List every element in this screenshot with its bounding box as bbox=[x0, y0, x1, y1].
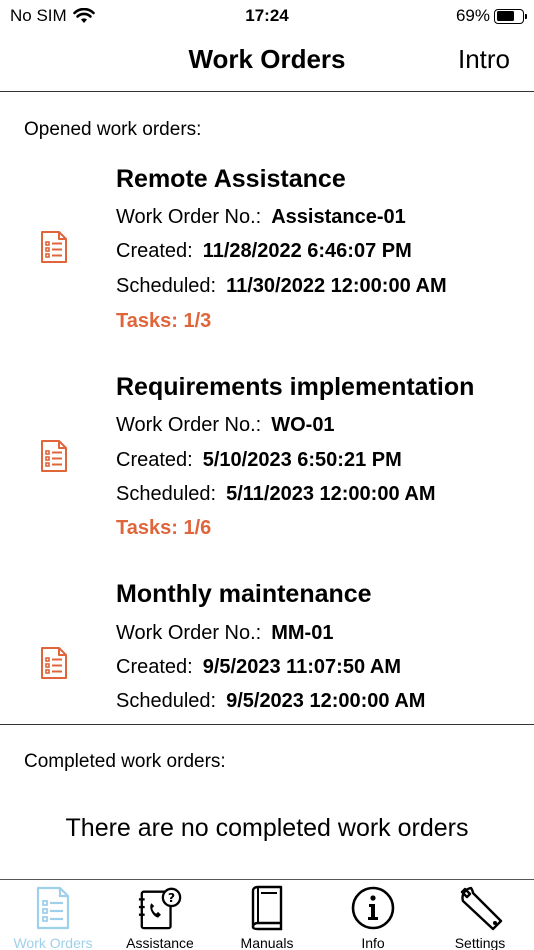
work-order-number: WO-01 bbox=[271, 414, 335, 436]
work-order-number: MM-01 bbox=[271, 622, 334, 644]
nav-bar: Work Orders Intro bbox=[0, 30, 534, 92]
tab-label: Settings bbox=[454, 935, 506, 950]
work-order-number: Assistance-01 bbox=[271, 206, 406, 228]
tab-label: Manuals bbox=[240, 935, 294, 950]
work-order-document-icon bbox=[41, 440, 67, 472]
battery-fill bbox=[496, 11, 514, 21]
work-order-created-row: Created: 11/28/2022 6:46:07 PM bbox=[116, 240, 412, 263]
wrench-icon bbox=[457, 885, 503, 931]
status-bar: No SIM 17:24 69% bbox=[0, 0, 534, 30]
work-order-number-row: Work Order No.: Assistance-01 bbox=[116, 206, 406, 229]
created-value: 5/10/2023 6:50:21 PM bbox=[202, 449, 402, 471]
tab-work-orders[interactable]: Work Orders bbox=[0, 880, 106, 950]
battery-icon bbox=[494, 8, 527, 24]
work-order-number-label: Work Order No.: bbox=[116, 414, 262, 436]
tab-label: Info bbox=[361, 935, 385, 950]
created-label: Created: bbox=[116, 240, 193, 262]
work-order-number-row: Work Order No.: WO-01 bbox=[116, 414, 335, 437]
tab-label: Assistance bbox=[126, 935, 194, 950]
scheduled-label: Scheduled: bbox=[116, 483, 217, 505]
created-value: 11/28/2022 6:46:07 PM bbox=[202, 240, 412, 262]
work-order-title: Monthly maintenance bbox=[116, 580, 372, 608]
completed-section-label: Completed work orders: bbox=[24, 751, 226, 772]
work-order-title: Requirements implementation bbox=[116, 373, 475, 401]
scheduled-value: 9/5/2023 12:00:00 AM bbox=[226, 690, 426, 712]
scheduled-value: 11/30/2022 12:00:00 AM bbox=[226, 275, 447, 297]
work-order-title: Remote Assistance bbox=[116, 165, 346, 193]
intro-button[interactable]: Intro bbox=[458, 44, 510, 75]
book-icon bbox=[244, 885, 290, 931]
work-order-tasks: Tasks: 1/6 bbox=[116, 517, 212, 539]
document-icon bbox=[30, 885, 76, 931]
battery-status: 69% bbox=[455, 6, 527, 26]
work-order-number-label: Work Order No.: bbox=[116, 206, 262, 228]
work-order-scheduled-row: Scheduled: 5/11/2023 12:00:00 AM bbox=[116, 483, 435, 506]
status-time: 17:24 bbox=[245, 6, 289, 25]
scheduled-label: Scheduled: bbox=[116, 275, 217, 297]
page-title: Work Orders bbox=[188, 44, 346, 74]
created-label: Created: bbox=[116, 449, 193, 471]
tab-bar: Work Orders ? Assistance Manuals Info Se… bbox=[0, 879, 534, 950]
work-order-created-row: Created: 9/5/2023 11:07:50 AM bbox=[116, 656, 401, 679]
scheduled-label: Scheduled: bbox=[116, 690, 217, 712]
section-divider bbox=[0, 724, 534, 725]
completed-empty-message: There are no completed work orders bbox=[65, 814, 469, 842]
work-order-document-icon bbox=[41, 231, 67, 263]
work-order-number-row: Work Order No.: MM-01 bbox=[116, 622, 333, 645]
work-order-created-row: Created: 5/10/2023 6:50:21 PM bbox=[116, 449, 402, 472]
created-value: 9/5/2023 11:07:50 AM bbox=[202, 656, 401, 678]
tab-info[interactable]: Info bbox=[320, 880, 426, 950]
tab-assistance[interactable]: ? Assistance bbox=[106, 880, 214, 950]
svg-text:?: ? bbox=[168, 890, 175, 905]
scheduled-value: 5/11/2023 12:00:00 AM bbox=[226, 483, 436, 505]
battery-percent: 69% bbox=[455, 6, 490, 25]
work-order-tasks: Tasks: 1/3 bbox=[116, 310, 212, 332]
phone-book-icon: ? bbox=[137, 885, 183, 931]
tab-settings[interactable]: Settings bbox=[426, 880, 534, 950]
info-icon bbox=[350, 885, 396, 931]
created-label: Created: bbox=[116, 656, 193, 678]
work-order-scheduled-row: Scheduled: 9/5/2023 12:00:00 AM bbox=[116, 690, 425, 713]
opened-section-label: Opened work orders: bbox=[24, 119, 202, 140]
tab-label: Work Orders bbox=[13, 935, 93, 950]
work-order-document-icon bbox=[41, 647, 67, 679]
tab-manuals[interactable]: Manuals bbox=[214, 880, 320, 950]
work-order-scheduled-row: Scheduled: 11/30/2022 12:00:00 AM bbox=[116, 275, 447, 298]
work-order-number-label: Work Order No.: bbox=[116, 622, 262, 644]
